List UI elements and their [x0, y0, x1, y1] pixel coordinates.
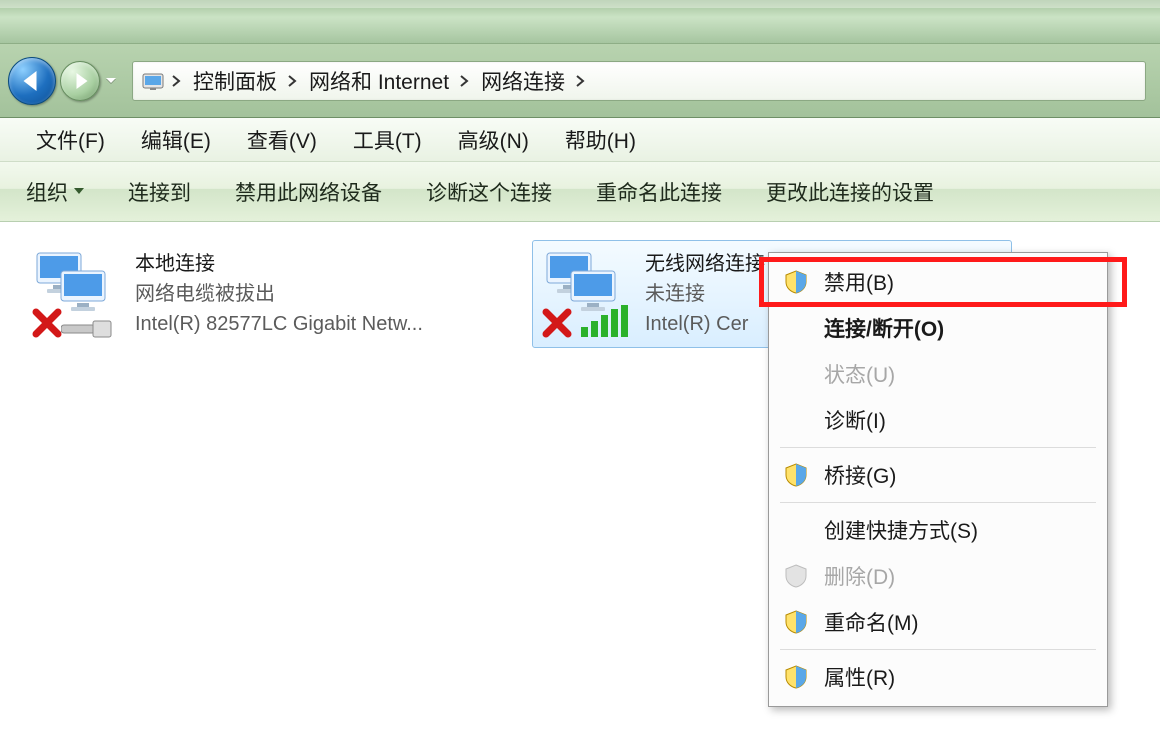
ctx-delete: 删除(D) [772, 553, 1104, 599]
cmd-organize[interactable]: 组织 [20, 177, 106, 207]
cmd-change-settings[interactable]: 更改此连接的设置 [744, 177, 956, 207]
back-button[interactable] [8, 57, 56, 105]
error-x-icon [31, 307, 63, 339]
breadcrumb-chevron-icon[interactable] [573, 62, 587, 100]
shield-icon [782, 665, 810, 689]
shield-icon [782, 610, 810, 634]
connection-device: Intel(R) Cer [645, 309, 765, 339]
forward-button[interactable] [60, 61, 100, 101]
ctx-rename[interactable]: 重命名(M) [772, 599, 1104, 645]
connection-status: 网络电缆被拔出 [135, 279, 423, 309]
context-menu: 禁用(B) 连接/断开(O) 状态(U) 诊断(I) 桥接(G) 创建快捷方式(… [768, 252, 1108, 707]
menu-tools[interactable]: 工具(T) [335, 125, 440, 155]
cmd-rename[interactable]: 重命名此连接 [574, 177, 744, 207]
cmd-connect-to[interactable]: 连接到 [106, 177, 213, 207]
location-icon [141, 69, 165, 93]
ctx-status-label: 状态(U) [824, 359, 895, 389]
breadcrumb-chevron-icon[interactable] [457, 62, 471, 100]
error-x-icon [541, 307, 573, 339]
breadcrumb-chevron-icon[interactable] [285, 62, 299, 100]
ctx-disable[interactable]: 禁用(B) [772, 259, 1104, 305]
ctx-status: 状态(U) [772, 351, 1104, 397]
connection-name: 无线网络连接 [645, 249, 765, 279]
network-adapter-icon [541, 249, 631, 339]
ctx-bridge[interactable]: 桥接(G) [772, 452, 1104, 498]
cmd-diagnose[interactable]: 诊断这个连接 [404, 177, 574, 207]
menu-view[interactable]: 查看(V) [229, 125, 335, 155]
ctx-connect-disconnect[interactable]: 连接/断开(O) [772, 305, 1104, 351]
menu-file[interactable]: 文件(F) [18, 125, 123, 155]
command-bar: 组织 连接到 禁用此网络设备 诊断这个连接 重命名此连接 更改此连接的设置 [0, 162, 1160, 222]
breadcrumb-seg-1[interactable]: 网络和 Internet [299, 66, 457, 96]
nav-history-dropdown[interactable] [100, 61, 122, 101]
connection-device: Intel(R) 82577LC Gigabit Netw... [135, 309, 423, 339]
ctx-shortcut[interactable]: 创建快捷方式(S) [772, 507, 1104, 553]
connection-text: 本地连接 网络电缆被拔出 Intel(R) 82577LC Gigabit Ne… [135, 249, 423, 339]
connection-name: 本地连接 [135, 249, 423, 279]
chevron-down-icon [74, 188, 84, 195]
wifi-signal-icon [581, 305, 629, 339]
menu-advanced[interactable]: 高级(N) [440, 125, 547, 155]
ctx-diagnose[interactable]: 诊断(I) [772, 397, 1104, 443]
ctx-disable-label: 禁用(B) [824, 267, 894, 297]
breadcrumb-seg-0[interactable]: 控制面板 [183, 66, 285, 96]
menu-bar: 文件(F) 编辑(E) 查看(V) 工具(T) 高级(N) 帮助(H) [0, 118, 1160, 162]
connection-status: 未连接 [645, 279, 765, 309]
window-titlebar [0, 0, 1160, 43]
ctx-rename-label: 重命名(M) [824, 607, 918, 637]
ctx-properties[interactable]: 属性(R) [772, 654, 1104, 700]
breadcrumb-seg-2[interactable]: 网络连接 [471, 66, 573, 96]
connection-tile-lan[interactable]: 本地连接 网络电缆被拔出 Intel(R) 82577LC Gigabit Ne… [22, 240, 502, 348]
ctx-sep [780, 502, 1096, 503]
breadcrumb[interactable]: 控制面板 网络和 Internet 网络连接 [132, 61, 1146, 101]
ctx-bridge-label: 桥接(G) [824, 460, 896, 490]
menu-edit[interactable]: 编辑(E) [123, 125, 229, 155]
ctx-shortcut-label: 创建快捷方式(S) [824, 515, 978, 545]
ethernet-plug-icon [61, 319, 113, 339]
ctx-connect-label: 连接/断开(O) [824, 313, 944, 343]
breadcrumb-root-chevron[interactable] [169, 62, 183, 100]
ctx-properties-label: 属性(R) [824, 662, 895, 692]
menu-help[interactable]: 帮助(H) [547, 125, 654, 155]
nav-row: 控制面板 网络和 Internet 网络连接 [0, 43, 1160, 118]
cmd-organize-label: 组织 [26, 177, 68, 207]
ctx-diagnose-label: 诊断(I) [824, 405, 886, 435]
ctx-sep [780, 447, 1096, 448]
network-adapter-icon [31, 249, 121, 339]
shield-icon [782, 564, 810, 588]
shield-icon [782, 463, 810, 487]
cmd-disable-device[interactable]: 禁用此网络设备 [213, 177, 404, 207]
connection-text: 无线网络连接 未连接 Intel(R) Cer [645, 249, 765, 339]
shield-icon [782, 270, 810, 294]
content-area: 本地连接 网络电缆被拔出 Intel(R) 82577LC Gigabit Ne… [0, 222, 1160, 756]
chevron-down-icon [105, 77, 117, 85]
ctx-sep [780, 649, 1096, 650]
ctx-delete-label: 删除(D) [824, 561, 895, 591]
